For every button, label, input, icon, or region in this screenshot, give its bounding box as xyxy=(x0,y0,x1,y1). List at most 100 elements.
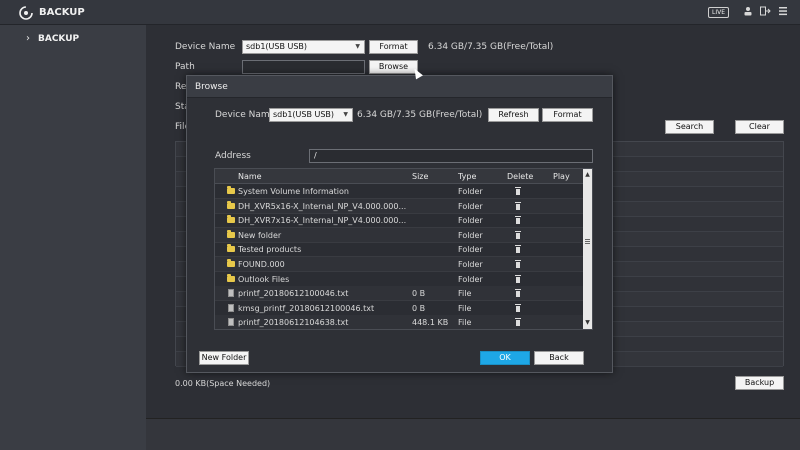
app-title: BACKUP xyxy=(39,7,85,18)
folder-icon xyxy=(227,215,235,224)
trash-icon[interactable] xyxy=(514,216,522,225)
sidebar-item-label: BACKUP xyxy=(38,34,80,44)
table-row[interactable]: New folder Folder xyxy=(215,227,583,243)
cell-size: 0 B xyxy=(412,289,426,299)
cell-type: File xyxy=(458,289,472,299)
refresh-button[interactable]: Refresh xyxy=(488,108,539,122)
address-input[interactable]: / xyxy=(309,149,593,163)
cell-name: printf_20180612104638.txt xyxy=(238,318,349,328)
folder-icon xyxy=(227,186,235,194)
trash-icon[interactable] xyxy=(514,289,522,298)
cell-name: Outlook Files xyxy=(238,274,290,284)
path-label: Path xyxy=(175,62,195,72)
dialog-device-name-label: Device Name xyxy=(215,110,276,120)
cell-name: FOUND.000 xyxy=(238,260,285,269)
sidebar: › BACKUP xyxy=(0,25,146,450)
cell-type: Folder xyxy=(458,216,483,226)
table-header: Name Size Type Delete Play xyxy=(215,169,583,184)
trash-icon[interactable] xyxy=(514,201,522,211)
table-row[interactable]: DH_XVR5x16-X_Internal_NP_V4.000.000... Fo… xyxy=(215,198,583,214)
dialog-title-bar: Browse xyxy=(187,76,612,98)
table-row[interactable]: printf_20180612100046.txt 0 B File xyxy=(215,286,583,302)
chevron-right-icon: › xyxy=(26,33,30,44)
chevron-down-icon: ▼ xyxy=(355,43,360,50)
table-row[interactable]: Tested products Folder xyxy=(215,242,583,258)
column-name: Name xyxy=(238,172,262,181)
browse-button[interactable]: Browse xyxy=(369,60,418,74)
cell-type: File xyxy=(458,318,472,328)
folder-icon xyxy=(227,244,235,253)
cell-name: New folder xyxy=(238,230,282,240)
file-icon xyxy=(228,303,234,312)
table-scrollbar[interactable]: ▲ ▼ xyxy=(583,169,592,329)
scroll-up-icon[interactable]: ▲ xyxy=(583,170,592,180)
cell-name: printf_20180612100046.txt xyxy=(238,289,349,299)
table-row[interactable]: DH_XVR7x16-X_Internal_NP_V4.000.000... Fo… xyxy=(215,213,583,229)
trash-icon[interactable] xyxy=(514,260,522,269)
format-button[interactable]: Format xyxy=(369,40,418,54)
device-name-label: Device Name xyxy=(175,42,236,52)
path-input[interactable] xyxy=(242,60,365,74)
scroll-down-icon[interactable]: ▼ xyxy=(583,318,592,328)
folder-icon xyxy=(227,259,235,267)
device-name-select[interactable]: sdb1(USB USB) ▼ xyxy=(242,40,365,54)
cell-type: Folder xyxy=(458,187,483,196)
cell-type: Folder xyxy=(458,260,483,269)
backup-button[interactable]: Backup xyxy=(735,376,784,390)
space-needed-text: 0.00 KB(Space Needed) xyxy=(175,379,271,388)
dialog-capacity-text: 6.34 GB/7.35 GB(Free/Total) xyxy=(357,110,483,120)
top-bar: BACKUP LIVE xyxy=(0,0,800,25)
trash-icon[interactable] xyxy=(514,245,522,254)
new-folder-button[interactable]: New Folder xyxy=(199,351,249,365)
folder-icon xyxy=(227,229,235,238)
table-row[interactable]: FOUND.000 Folder xyxy=(215,257,583,272)
cell-name: System Volume Information xyxy=(238,187,349,196)
live-button[interactable]: LIVE xyxy=(708,7,729,18)
column-type: Type xyxy=(458,172,477,181)
trash-icon[interactable] xyxy=(514,187,522,196)
cell-name: kmsg_printf_20180612100046.txt xyxy=(238,303,375,313)
clear-button[interactable]: Clear xyxy=(735,120,784,134)
trash-icon[interactable] xyxy=(514,303,522,313)
file-icon xyxy=(228,289,234,298)
cell-type: Folder xyxy=(458,274,483,284)
table-row[interactable]: System Volume Information Folder xyxy=(215,184,583,199)
dialog-device-name-select[interactable]: sdb1(USB USB) ▼ xyxy=(269,108,353,122)
cell-type: Folder xyxy=(458,245,483,255)
column-play: Play xyxy=(553,172,570,181)
table-row[interactable]: printf_20180612104638.txt 448.1 KB File xyxy=(215,315,583,329)
trash-icon[interactable] xyxy=(514,318,522,327)
cell-size: 448.1 KB xyxy=(412,318,449,328)
chevron-down-icon: ▼ xyxy=(343,111,348,118)
dialog-format-button[interactable]: Format xyxy=(542,108,593,122)
logo-icon xyxy=(19,6,33,20)
scroll-grip[interactable] xyxy=(585,239,590,244)
ok-button[interactable]: OK xyxy=(480,351,530,365)
bottom-bar xyxy=(146,418,800,450)
table-row[interactable]: Outlook Files Folder xyxy=(215,272,583,287)
cell-size: 0 B xyxy=(412,303,426,313)
cell-type: Folder xyxy=(458,230,483,240)
menu-icon[interactable] xyxy=(779,6,787,20)
table-row[interactable]: kmsg_printf_20180612100046.txt 0 B File xyxy=(215,301,583,316)
cell-type: Folder xyxy=(458,201,483,211)
user-icon[interactable] xyxy=(744,6,752,20)
folder-icon xyxy=(227,200,235,209)
logout-icon[interactable] xyxy=(760,6,771,20)
address-label: Address xyxy=(215,151,251,161)
browse-file-table: Name Size Type Delete Play System Volume… xyxy=(214,168,593,330)
back-button[interactable]: Back xyxy=(534,351,584,365)
file-icon xyxy=(228,318,234,327)
dialog-title: Browse xyxy=(195,82,228,92)
cell-name: Tested products xyxy=(238,245,302,255)
sidebar-item-backup[interactable]: › BACKUP xyxy=(0,29,146,51)
trash-icon[interactable] xyxy=(514,274,522,284)
cell-name: DH_XVR5x16-X_Internal_NP_V4.000.000... xyxy=(238,201,407,211)
search-button[interactable]: Search xyxy=(665,120,714,134)
trash-icon[interactable] xyxy=(514,230,522,240)
capacity-text: 6.34 GB/7.35 GB(Free/Total) xyxy=(428,42,554,52)
column-delete: Delete xyxy=(507,172,534,181)
cell-name: DH_XVR7x16-X_Internal_NP_V4.000.000... xyxy=(238,216,407,226)
column-size: Size xyxy=(412,172,429,181)
cell-type: File xyxy=(458,303,472,313)
